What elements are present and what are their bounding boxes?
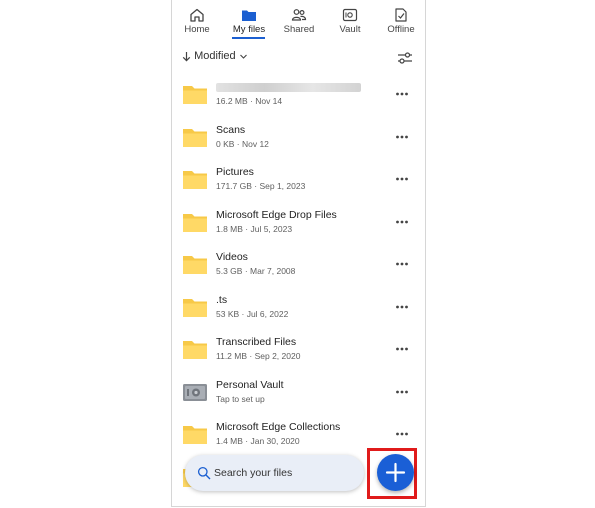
more-icon[interactable] <box>394 214 410 230</box>
folder-icon <box>183 426 207 444</box>
more-icon[interactable] <box>394 299 410 315</box>
sort-button[interactable]: Modified <box>182 50 248 66</box>
sort-label: Modified <box>194 50 236 63</box>
arrow-down-icon <box>182 51 191 62</box>
list-item[interactable]: Microsoft Edge Drop Files 1.8 MB · Jul 5… <box>172 202 425 244</box>
sort-bar: Modified <box>172 46 425 70</box>
more-icon[interactable] <box>394 86 410 102</box>
top-tab-bar: Home My files Shared Vault Offline <box>172 0 425 42</box>
filter-icon[interactable] <box>397 50 413 66</box>
more-icon[interactable] <box>394 384 410 400</box>
more-icon[interactable] <box>394 426 410 442</box>
folder-icon <box>183 128 207 147</box>
redacted-name <box>216 83 361 92</box>
home-icon <box>190 8 204 22</box>
folder-icon <box>183 298 207 317</box>
list-item[interactable]: Transcribed Files 11.2 MB · Sep 2, 2020 <box>172 329 425 371</box>
list-item[interactable]: 16.2 MB · Nov 14 <box>172 74 425 116</box>
tab-shared[interactable]: Shared <box>280 0 318 42</box>
add-button[interactable] <box>377 454 414 491</box>
list-item[interactable]: Videos 5.3 GB · Mar 7, 2008 <box>172 244 425 286</box>
list-item[interactable]: .ts 53 KB · Jul 6, 2022 <box>172 287 425 329</box>
folder-icon <box>183 86 207 104</box>
onedrive-phone-screen: Home My files Shared Vault Offline Modif… <box>171 0 426 507</box>
search-icon <box>197 466 211 480</box>
folder-icon <box>183 171 207 189</box>
list-item[interactable]: Pictures 171.7 GB · Sep 1, 2023 <box>172 159 425 201</box>
chevron-down-icon <box>239 54 247 59</box>
tab-my-files[interactable]: My files <box>228 0 270 42</box>
tab-offline[interactable]: Offline <box>380 0 422 42</box>
active-tab-indicator <box>232 37 265 39</box>
folder-icon <box>183 256 207 274</box>
list-item[interactable]: Scans 0 KB · Nov 12 <box>172 117 425 159</box>
plus-icon <box>385 462 406 483</box>
folder-icon <box>183 213 207 232</box>
more-icon[interactable] <box>394 256 410 272</box>
search-bar[interactable]: Search your files <box>185 455 364 491</box>
vault-icon <box>183 383 207 401</box>
more-icon[interactable] <box>394 129 410 145</box>
list-item-personal-vault[interactable]: Personal Vault Tap to set up <box>172 372 425 414</box>
people-icon <box>291 9 307 21</box>
search-placeholder: Search your files <box>214 467 293 479</box>
folder-icon <box>183 341 207 359</box>
more-icon[interactable] <box>394 171 410 187</box>
folder-icon <box>242 10 256 21</box>
tab-home[interactable]: Home <box>178 0 216 42</box>
more-icon[interactable] <box>394 341 410 357</box>
offline-icon <box>395 8 407 22</box>
tab-vault[interactable]: Vault <box>332 0 368 42</box>
vault-icon <box>342 8 358 22</box>
